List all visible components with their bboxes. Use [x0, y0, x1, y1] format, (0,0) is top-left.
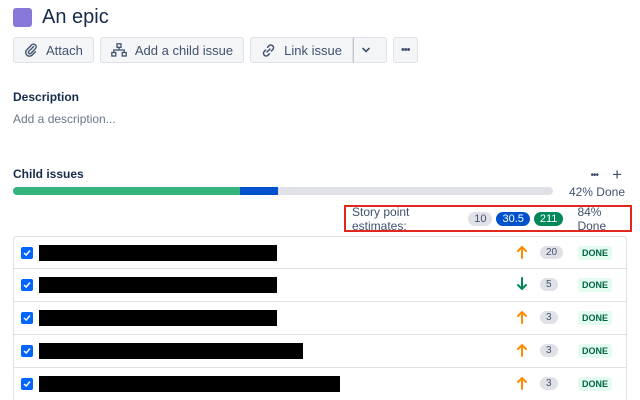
child-issue-row[interactable]: 3 DONE: [13, 302, 627, 335]
issue-checkbox-icon[interactable]: [21, 378, 33, 390]
issue-title[interactable]: An epic: [42, 6, 109, 29]
estimate-done-badge: 211: [533, 211, 564, 226]
child-issues-label: Child issues: [13, 167, 84, 181]
redacted-issue-summary[interactable]: [39, 376, 340, 392]
child-issues-list: 20 DONE 5 DONE 3 DONE 3 DONE 3 DONE: [13, 236, 627, 400]
issue-checkbox-icon[interactable]: [21, 246, 33, 259]
child-issues-more-button[interactable]: •••: [591, 170, 599, 181]
estimates-percent-text: 84% Done: [577, 204, 607, 233]
status-badge[interactable]: DONE: [578, 278, 613, 292]
status-badge[interactable]: DONE: [578, 377, 613, 391]
status-badge[interactable]: DONE: [578, 246, 613, 260]
progress-percent-text: 42% Done: [568, 185, 625, 199]
priority-down-icon: [517, 277, 527, 291]
story-point-estimates: Story point estimates: 10 30.5 211 84% D…: [344, 204, 632, 233]
add-child-issue-plus-button[interactable]: +: [612, 165, 622, 185]
more-icon: •••: [400, 44, 411, 56]
child-issue-row[interactable]: 3 DONE: [13, 368, 627, 400]
attach-label: Attach: [46, 42, 83, 58]
story-points-badge: 20: [540, 246, 564, 259]
link-icon: [262, 43, 275, 57]
child-issue-row[interactable]: 3 DONE: [13, 335, 627, 368]
story-points-badge: 3: [540, 311, 558, 324]
child-issues-actions: ••• +: [577, 165, 622, 185]
description-input[interactable]: Add a description...: [13, 112, 116, 126]
issue-checkbox-icon[interactable]: [21, 345, 33, 357]
priority-up-icon: [517, 343, 527, 357]
add-child-issue-label: Add a child issue: [134, 42, 234, 58]
status-badge[interactable]: DONE: [578, 311, 613, 325]
link-issue-button[interactable]: Link issue: [250, 37, 353, 63]
progress-done-segment: [13, 187, 240, 195]
issue-toolbar: Attach Add a child issue Link issue •••: [13, 37, 424, 63]
epic-icon: [13, 8, 32, 27]
story-points-badge: 3: [540, 344, 558, 357]
estimates-label: Story point estimates:: [352, 204, 410, 233]
chevron-down-icon: [362, 47, 370, 53]
redacted-issue-summary[interactable]: [39, 343, 303, 359]
child-issues-progress-bar: [13, 187, 553, 195]
link-issue-label: Link issue: [284, 42, 342, 58]
redacted-issue-summary[interactable]: [39, 244, 277, 261]
priority-up-icon: [517, 376, 527, 390]
child-issue-row[interactable]: 20 DONE: [13, 236, 627, 269]
paperclip-icon: [25, 43, 37, 57]
story-points-badge: 3: [540, 377, 558, 390]
story-points-badge: 5: [540, 278, 558, 291]
description-label: Description: [13, 90, 80, 104]
priority-up-icon: [517, 310, 527, 324]
issue-checkbox-icon[interactable]: [21, 312, 33, 324]
estimate-todo-badge: 10: [468, 211, 493, 226]
add-child-issue-button[interactable]: Add a child issue: [99, 37, 245, 63]
redacted-issue-summary[interactable]: [39, 310, 277, 326]
link-issue-dropdown[interactable]: [352, 37, 387, 63]
issue-checkbox-icon[interactable]: [21, 279, 33, 291]
progress-in-progress-segment: [239, 187, 278, 195]
redacted-issue-summary[interactable]: [39, 277, 277, 293]
more-actions-button[interactable]: •••: [392, 37, 418, 63]
status-badge[interactable]: DONE: [578, 344, 613, 358]
estimate-in-progress-badge: 30.5: [496, 211, 530, 226]
child-issue-row[interactable]: 5 DONE: [13, 269, 627, 302]
attach-button[interactable]: Attach: [13, 37, 94, 63]
issue-header: An epic: [13, 6, 109, 29]
priority-up-icon: [517, 245, 527, 259]
hierarchy-icon: [111, 43, 127, 57]
